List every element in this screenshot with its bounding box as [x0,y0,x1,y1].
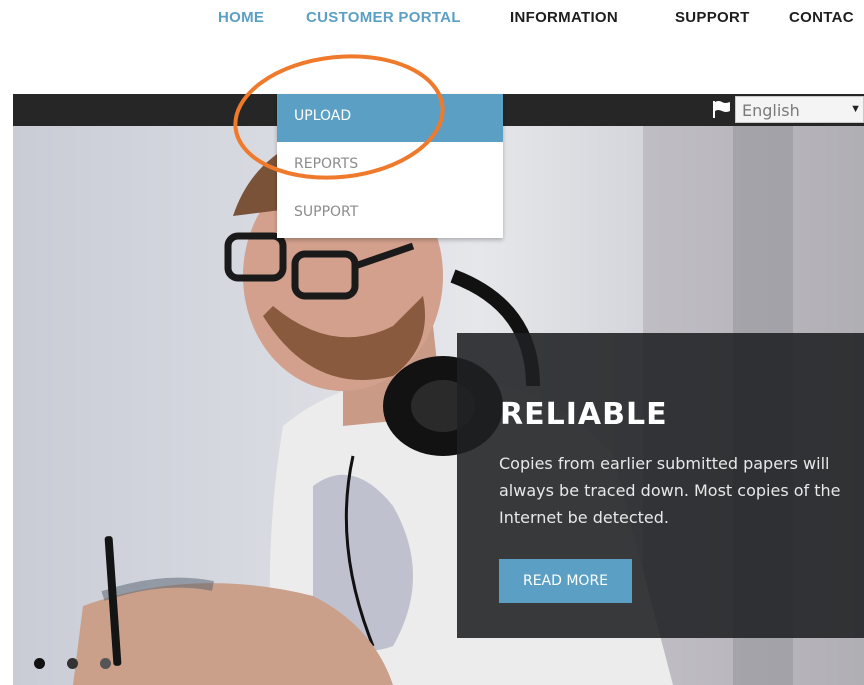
dropdown-item-support[interactable]: SUPPORT [277,190,503,238]
main-nav: HOME CUSTOMER PORTAL INFORMATION SUPPORT… [0,0,864,36]
nav-contact[interactable]: CONTAC [789,9,854,26]
slider-dot-2[interactable] [67,658,78,669]
nav-customer-portal[interactable]: CUSTOMER PORTAL [306,9,461,26]
nav-information[interactable]: INFORMATION [510,9,618,26]
nav-home[interactable]: HOME [218,9,264,26]
dropdown-arrow-icon: ▼ [850,103,861,115]
read-more-button[interactable]: READ MORE [499,559,632,603]
slider-dot-1[interactable] [34,658,45,669]
flag-icon [713,101,730,118]
customer-portal-dropdown: UPLOAD REPORTS SUPPORT [277,94,503,238]
slide-body: Copies from earlier submitted papers wil… [499,454,841,527]
slide-title: RELIABLE [500,397,668,432]
language-selected-value: English [742,101,800,120]
slider-dot-3[interactable] [100,658,111,669]
dropdown-item-reports[interactable]: REPORTS [277,142,503,190]
dropdown-item-upload[interactable]: UPLOAD [277,94,503,142]
nav-support[interactable]: SUPPORT [675,9,750,26]
slide-caption: RELIABLE Copies from earlier submitted p… [457,333,864,638]
language-select[interactable]: English ▼ [735,96,864,123]
